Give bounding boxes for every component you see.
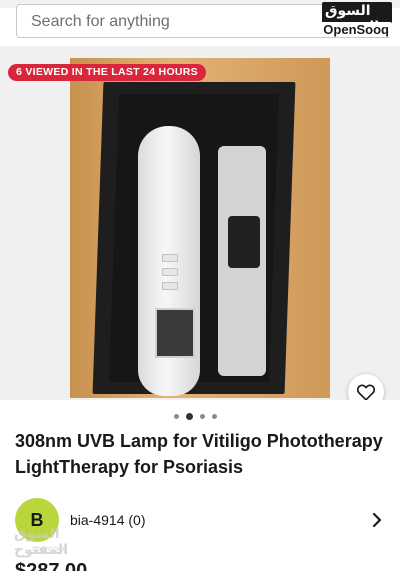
opensooq-watermark: السوق المفتوح opensooq bbox=[10, 526, 105, 558]
device-button bbox=[162, 282, 178, 290]
carousel-dot[interactable] bbox=[212, 414, 217, 419]
carousel-indicator bbox=[174, 413, 217, 420]
views-badge: 6 VIEWED IN THE LAST 24 HOURS bbox=[8, 64, 206, 81]
logo-english: OpenSooq bbox=[320, 22, 392, 37]
heart-icon bbox=[356, 384, 376, 400]
carousel-dot-active[interactable] bbox=[186, 413, 193, 420]
favorite-button[interactable] bbox=[348, 374, 384, 400]
device-button bbox=[162, 268, 178, 276]
price: $287.00 bbox=[15, 562, 87, 571]
chevron-right-icon[interactable] bbox=[370, 512, 384, 528]
watermark-arabic: السوق المفتوح bbox=[14, 526, 69, 558]
device-button bbox=[162, 254, 178, 262]
listing-title: 308nm UVB Lamp for Vitiligo Phototherapy… bbox=[15, 431, 383, 477]
power-adapter bbox=[228, 216, 260, 268]
device-screen bbox=[155, 308, 195, 358]
product-image[interactable]: 6 VIEWED IN THE LAST 24 HOURS bbox=[0, 46, 400, 400]
opensooq-logo: السوق المفتوح OpenSooq bbox=[320, 2, 396, 40]
carousel-dot[interactable] bbox=[174, 414, 179, 419]
top-bar: Search for anything السوق المفتوح OpenSo… bbox=[0, 0, 400, 46]
carousel-dot[interactable] bbox=[200, 414, 205, 419]
search-placeholder: Search for anything bbox=[31, 13, 170, 30]
watermark-english: opensooq bbox=[32, 544, 68, 553]
